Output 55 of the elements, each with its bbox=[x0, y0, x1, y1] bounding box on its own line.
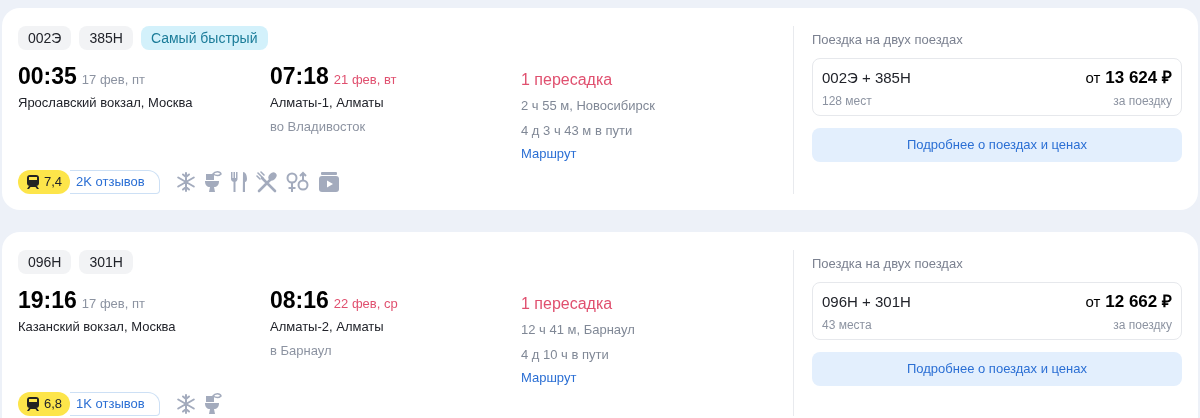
departure-time: 19:16 bbox=[18, 286, 77, 314]
reviews-link[interactable]: 1K отзывов bbox=[70, 392, 160, 416]
snowflake-icon bbox=[175, 394, 196, 414]
transfer-detail: 2 ч 55 м, Новосибирск bbox=[521, 97, 655, 115]
station-name: Казанский вокзал, Москва bbox=[18, 318, 177, 336]
offer-title: Поездка на двух поездах bbox=[812, 255, 964, 273]
train-icon bbox=[26, 396, 40, 412]
seat-count: 43 места bbox=[822, 317, 872, 334]
rating-score: 7,4 bbox=[44, 173, 63, 192]
travel-duration: 4 д 10 ч в пути bbox=[521, 345, 610, 364]
date-label: 21 фев, вт bbox=[333, 71, 397, 89]
train-pair: 002Э + 385Н bbox=[822, 67, 911, 88]
train-number: 002Э bbox=[18, 26, 72, 50]
crossed-utensils-icon bbox=[255, 171, 278, 193]
price-note: за поездку bbox=[1113, 93, 1172, 110]
train-pair: 096Н + 301Н bbox=[822, 291, 911, 312]
train-number: 301Н bbox=[79, 250, 133, 274]
direction-note: в Барнаул bbox=[270, 341, 333, 360]
station-name: Алматы-1, Алматы bbox=[270, 94, 385, 112]
video-screen-icon bbox=[317, 172, 340, 192]
train-number: 385Н bbox=[79, 26, 133, 50]
reviews-link[interactable]: 2K отзывов bbox=[70, 170, 160, 194]
toilet-icon bbox=[203, 171, 222, 193]
date-label: 22 фев, ср bbox=[333, 295, 398, 313]
direction-note: во Владивосток bbox=[270, 117, 367, 136]
date-label: 17 фев, пт bbox=[81, 71, 145, 89]
price: 13 624 ₽ bbox=[1105, 66, 1172, 89]
snowflake-icon bbox=[175, 172, 196, 192]
price-note: за поездку bbox=[1113, 317, 1172, 334]
toilet-icon bbox=[203, 393, 222, 415]
departure-time: 00:35 bbox=[18, 62, 77, 90]
offer-title: Поездка на двух поездах bbox=[812, 31, 964, 49]
details-button[interactable]: Подробнее о поездах и ценах bbox=[812, 128, 1182, 162]
price-prefix: от bbox=[1085, 291, 1101, 312]
transfer-count: 1 пересадка bbox=[521, 70, 614, 90]
fastest-badge: Самый быстрый bbox=[140, 26, 268, 50]
station-name: Ярославский вокзал, Москва bbox=[18, 94, 194, 112]
arrival-time: 08:16 bbox=[270, 286, 329, 314]
station-name: Алматы-2, Алматы bbox=[270, 318, 385, 336]
transfer-count: 1 пересадка bbox=[521, 294, 614, 314]
route-link[interactable]: Маршрут bbox=[521, 144, 655, 164]
date-label: 17 фев, пт bbox=[81, 295, 145, 313]
details-button[interactable]: Подробнее о поездах и ценах bbox=[812, 352, 1182, 386]
seat-count: 128 мест bbox=[822, 93, 872, 110]
gender-symbols-icon bbox=[285, 171, 310, 193]
travel-duration: 4 д 3 ч 43 м в пути bbox=[521, 121, 634, 140]
transfer-detail: 12 ч 41 м, Барнаул bbox=[521, 321, 635, 339]
train-number: 096Н bbox=[18, 250, 72, 274]
route-link[interactable]: Маршрут bbox=[521, 368, 635, 388]
fork-and-knife-icon bbox=[229, 171, 248, 193]
price: 12 662 ₽ bbox=[1105, 290, 1172, 313]
arrival-time: 07:18 bbox=[270, 62, 329, 90]
rating-score: 6,8 bbox=[44, 395, 63, 414]
price-prefix: от bbox=[1085, 67, 1101, 88]
train-icon bbox=[26, 174, 40, 190]
